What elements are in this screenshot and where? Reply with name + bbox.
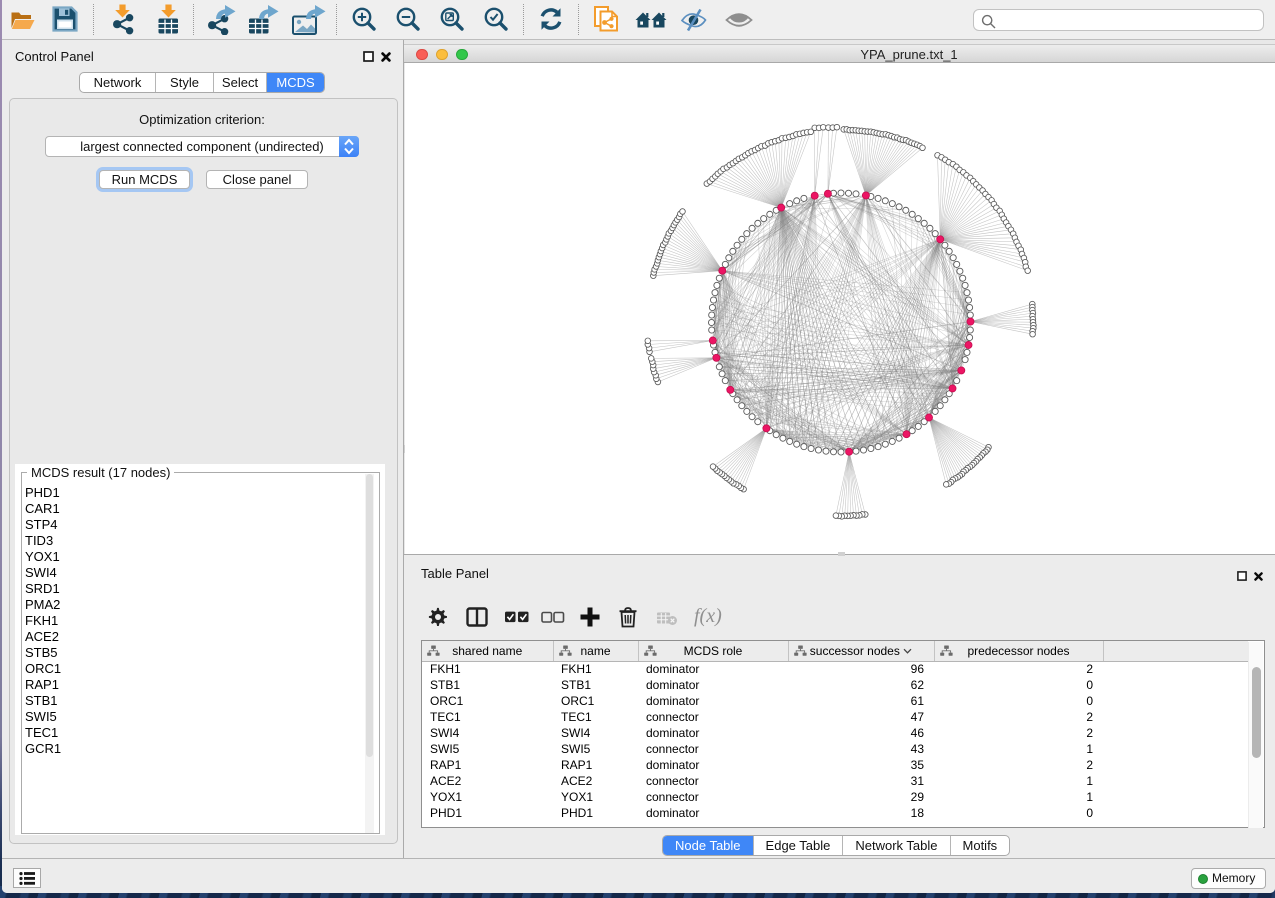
svg-text:f(x): f(x) <box>694 605 722 627</box>
